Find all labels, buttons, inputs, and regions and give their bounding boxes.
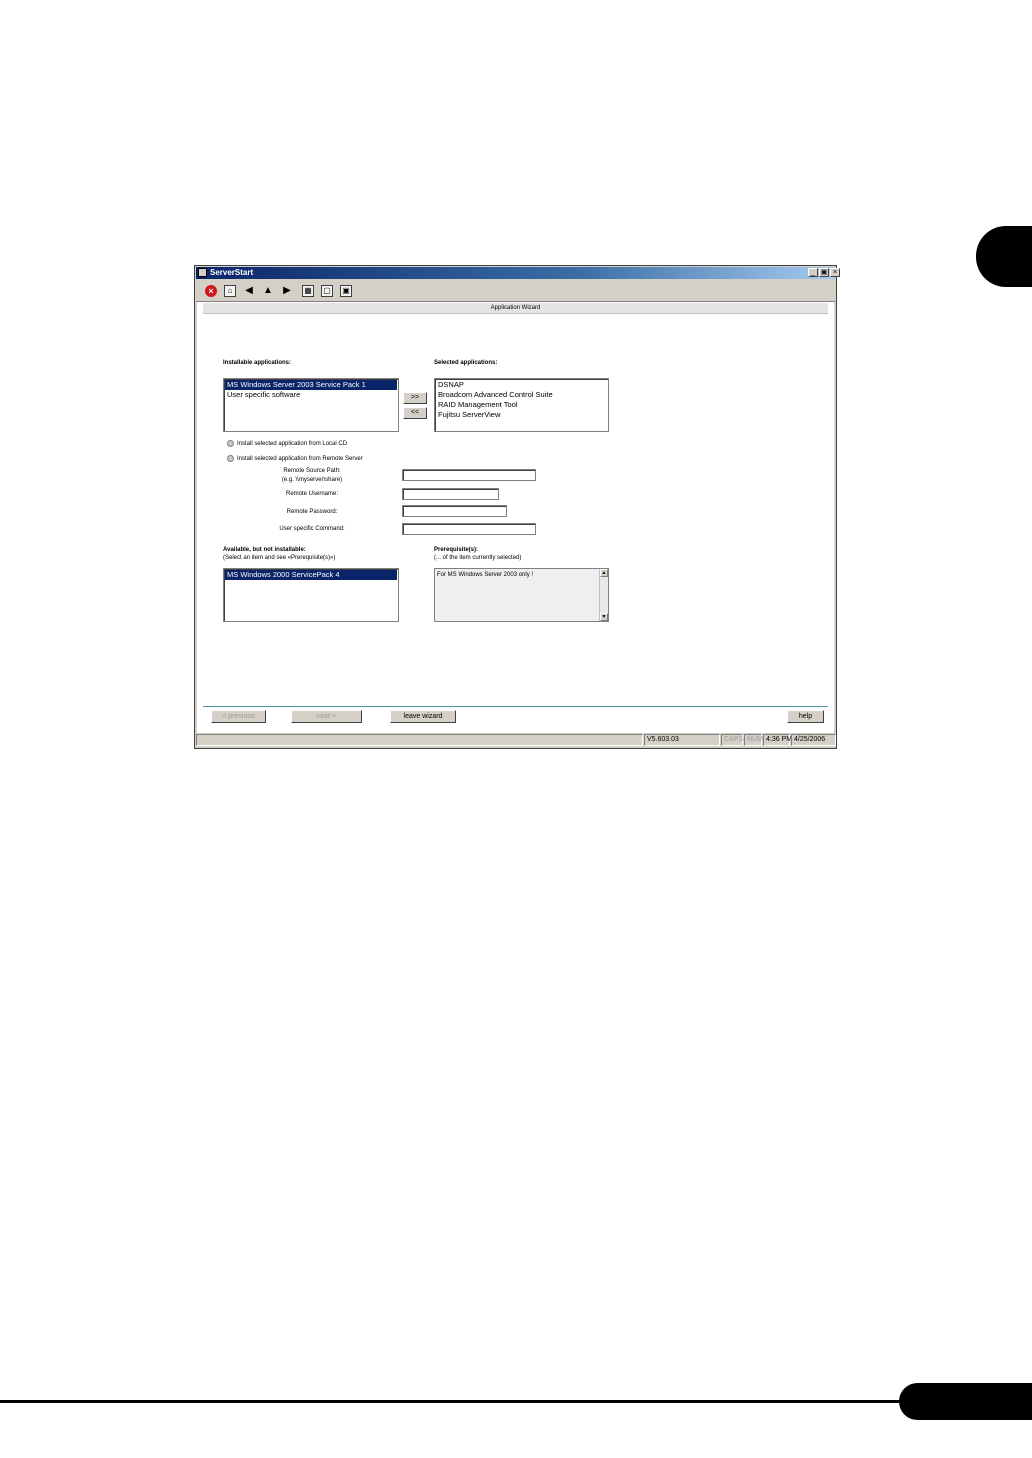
restore-button[interactable]: ▣ [819, 268, 829, 277]
status-bar: V5.603.03 CAPS NUM 4:36 PM 4/25/2006 [196, 733, 836, 747]
local-cd-label: Install selected application from Local … [237, 441, 348, 447]
wizard-header: Application Wizard [203, 303, 828, 314]
local-cd-radio[interactable] [227, 440, 234, 447]
remote-username-input[interactable] [402, 488, 499, 500]
help-button[interactable]: help [787, 710, 824, 723]
list-item[interactable]: Fujitsu ServerView [436, 410, 607, 420]
remote-source-path-input[interactable] [402, 469, 536, 481]
warning-icon[interactable]: ▲ [262, 285, 274, 297]
chapter-tab-marker [976, 226, 1032, 287]
selected-listbox[interactable]: DSNAP Broadcom Advanced Control Suite RA… [434, 378, 609, 432]
prerequisites-textarea[interactable]: For MS Windows Server 2003 only ! ▲ ▼ [434, 568, 609, 622]
remote-password-label: Remote Password: [286, 509, 338, 515]
user-command-label: User specific Command: [279, 526, 345, 532]
not-installable-label: Available, but not installable: [223, 547, 306, 553]
leave-wizard-button[interactable]: leave wizard [390, 710, 456, 723]
time-label: 4:36 PM [763, 734, 792, 746]
minimize-button[interactable]: _ [808, 268, 818, 277]
selected-label: Selected applications: [434, 360, 498, 366]
serverstart-window: ServerStart _ ▣ × × ⌂ ◀ ▲ ▶ ▦ ▢ ▣ Applic… [194, 265, 840, 749]
remote-source-path-label: Remote Source Path: [283, 468, 341, 474]
title-bar: ServerStart _ ▣ × [196, 267, 840, 279]
installable-label: Installable applications: [223, 360, 292, 366]
wizard-content: Application Wizard Installable applicati… [197, 302, 834, 734]
list-item[interactable]: DSNAP [436, 380, 607, 390]
num-indicator: NUM [744, 734, 763, 746]
forward-icon[interactable]: ▶ [281, 285, 293, 297]
toolbar: × ⌂ ◀ ▲ ▶ ▦ ▢ ▣ [196, 281, 835, 302]
not-installable-hint: (Select an item and see «Prerequisite(s)… [223, 555, 336, 561]
home-icon[interactable]: ⌂ [224, 285, 236, 297]
remote-username-label: Remote Username: [285, 491, 339, 497]
next-button[interactable]: next > [291, 710, 362, 723]
window-title: ServerStart [210, 268, 254, 277]
status-message [196, 734, 643, 746]
remote-password-input[interactable] [402, 505, 507, 517]
page-number-tab [899, 1383, 1032, 1420]
remote-server-radio[interactable] [227, 455, 234, 462]
user-command-input[interactable] [402, 523, 536, 535]
button-separator [203, 706, 828, 707]
app-icon [198, 268, 207, 277]
remove-button[interactable]: << [403, 407, 427, 419]
list-item[interactable]: MS Windows Server 2003 Service Pack 1 [225, 380, 397, 390]
list-item[interactable]: Broadcom Advanced Control Suite [436, 390, 607, 400]
scroll-up-icon[interactable]: ▲ [600, 569, 608, 577]
grid-icon[interactable]: ▦ [302, 285, 314, 297]
list-item[interactable]: MS Windows 2000 ServicePack 4 [225, 570, 397, 580]
page-footer-rule [0, 1400, 905, 1403]
installable-listbox[interactable]: MS Windows Server 2003 Service Pack 1 Us… [223, 378, 399, 432]
not-installable-listbox[interactable]: MS Windows 2000 ServicePack 4 [223, 568, 399, 622]
date-label: 4/25/2006 [791, 734, 836, 746]
version-label: V5.603.03 [644, 734, 720, 746]
scroll-down-icon[interactable]: ▼ [600, 613, 608, 621]
caps-indicator: CAPS [721, 734, 743, 746]
list-item[interactable]: User specific software [225, 390, 397, 400]
window-icon[interactable]: ▢ [321, 285, 333, 297]
stop-icon[interactable]: × [205, 285, 217, 297]
prerequisites-label: Prerequisite(s): [434, 547, 479, 553]
remote-server-label: Install selected application from Remote… [237, 456, 363, 462]
close-button[interactable]: × [830, 268, 840, 277]
prerequisites-scrollbar[interactable]: ▲ ▼ [599, 569, 608, 621]
previous-button[interactable]: < previous [211, 710, 266, 723]
prerequisites-text: For MS Windows Server 2003 only ! [437, 572, 534, 578]
back-icon[interactable]: ◀ [243, 285, 255, 297]
image-icon[interactable]: ▣ [340, 285, 352, 297]
list-item[interactable]: RAID Management Tool [436, 400, 607, 410]
prerequisites-hint: (... of the item currently selected) [434, 555, 522, 561]
add-button[interactable]: >> [403, 392, 427, 404]
remote-source-path-hint: (e.g. \\myserver\share) [281, 477, 343, 483]
